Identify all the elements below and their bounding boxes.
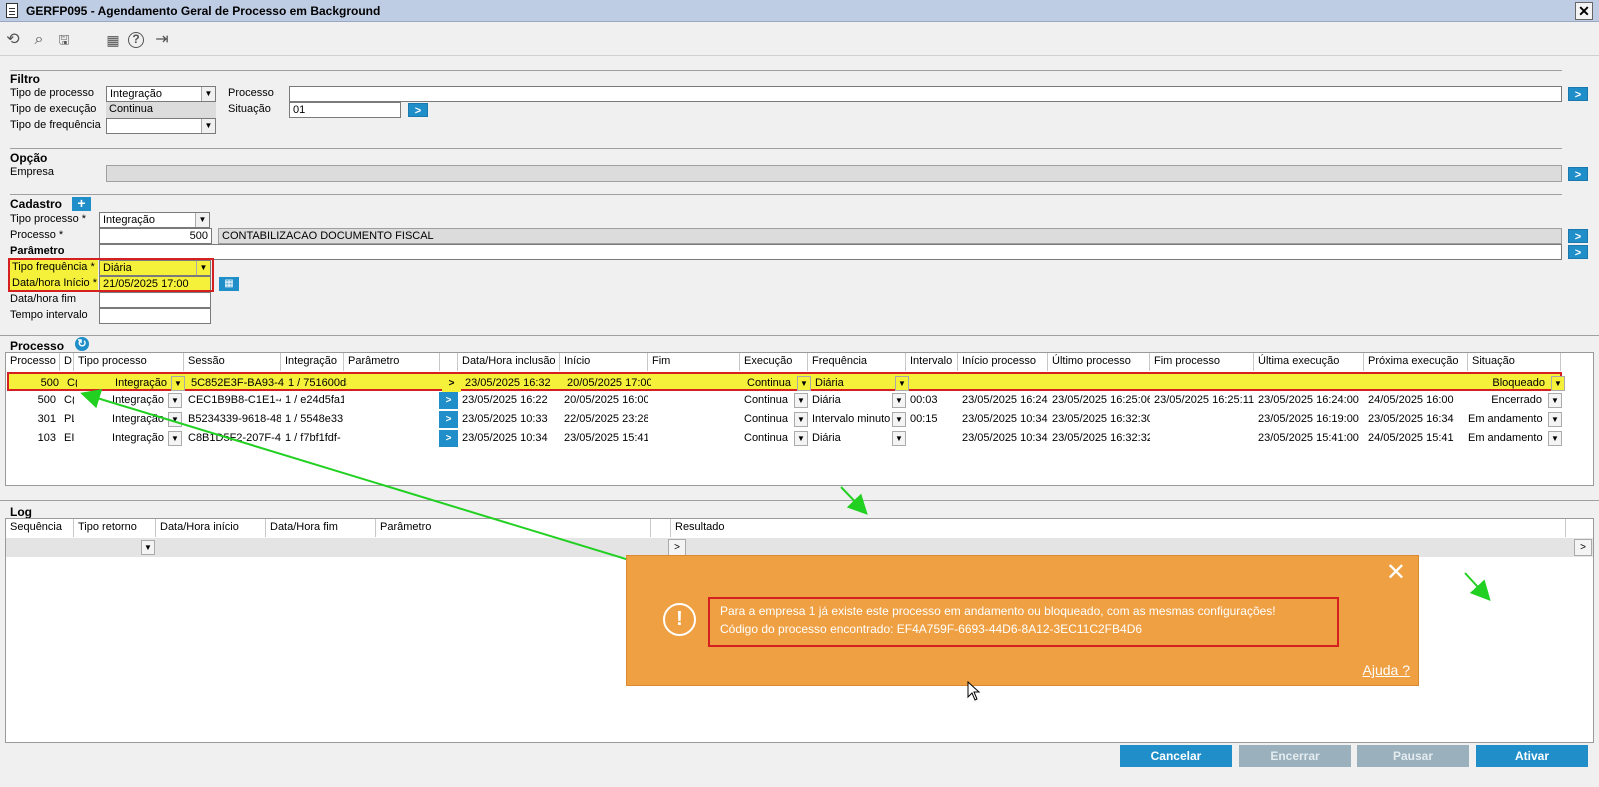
annotation-arrow-small [1464, 572, 1491, 601]
pausar-button[interactable]: Pausar [1357, 745, 1469, 767]
cancel-button[interactable]: Cancelar [1120, 745, 1232, 767]
toast-help-link[interactable]: Ajuda ? [1363, 662, 1410, 678]
toast-message-line1: Para a empresa 1 já existe este processo… [720, 604, 1276, 618]
ativar-button[interactable]: Ativar [1476, 745, 1588, 767]
encerrar-button[interactable]: Encerrar [1239, 745, 1351, 767]
error-toast: ✕ ! Para a empresa 1 já existe este proc… [626, 555, 1419, 686]
toast-message-box: Para a empresa 1 já existe este processo… [708, 597, 1339, 647]
exclamation-icon: ! [663, 603, 696, 636]
toast-message-line2: Código do processo encontrado: EF4A759F-… [720, 622, 1143, 636]
close-icon[interactable]: ✕ [1386, 558, 1406, 587]
mouse-cursor-icon [967, 681, 981, 701]
annotation-arrow-small [840, 486, 868, 515]
